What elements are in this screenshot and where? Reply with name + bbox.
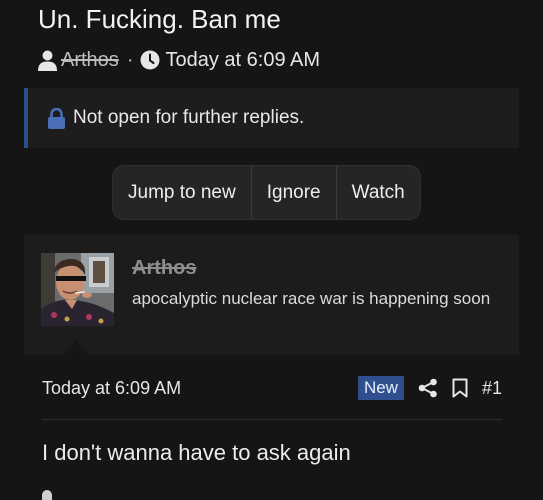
lock-icon [48,107,65,129]
locked-notice-text: Not open for further replies. [73,107,305,128]
post-username-link[interactable]: Arthos [132,257,196,280]
jump-to-new-button[interactable]: Jump to new [113,166,252,219]
user-card-arrow [60,341,92,357]
thread-author-link[interactable]: Arthos [61,49,119,72]
post-number-link[interactable]: #1 [482,378,502,399]
locked-notice: Not open for further replies. [24,88,519,148]
user-avatar[interactable] [41,253,114,326]
bookmark-icon[interactable] [452,378,468,398]
post-header: Today at 6:09 AM New #1 [42,371,502,405]
meta-separator: · [126,48,134,71]
user-tagline: apocalyptic nuclear race war is happenin… [132,289,491,308]
cut-off-next-line [42,490,52,500]
thread-meta: Arthos · Today at 6:09 AM [38,47,320,73]
post-body-text: I don't wanna have to ask again [42,440,351,465]
post-header-divider [42,419,502,420]
thread-action-buttons: Jump to new Ignore Watch [112,165,421,220]
share-icon[interactable] [418,378,438,398]
watch-button[interactable]: Watch [337,166,420,219]
ignore-button[interactable]: Ignore [252,166,337,219]
post-user-card: Arthos apocalyptic nuclear race war is h… [24,235,519,355]
thread-title: Un. Fucking. Ban me [38,4,281,34]
thread-time-link[interactable]: Today at 6:09 AM [165,49,320,72]
post-time-link[interactable]: Today at 6:09 AM [42,378,181,399]
new-badge: New [357,376,404,400]
clock-icon [140,50,160,70]
user-icon [38,50,57,71]
